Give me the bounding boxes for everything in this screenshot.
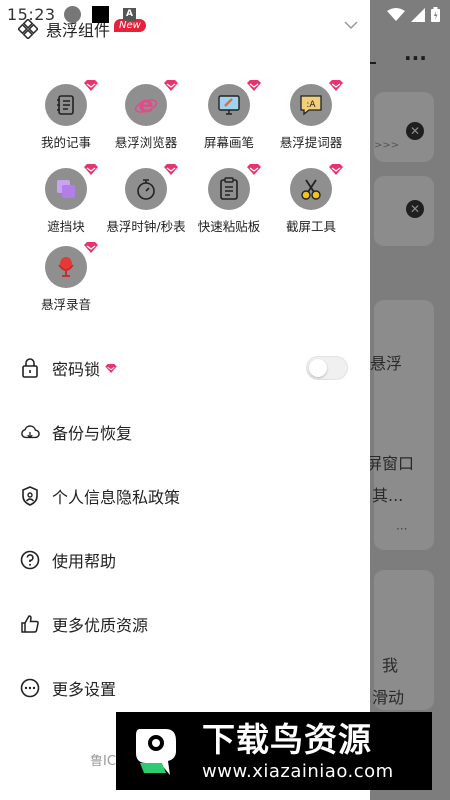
widget-tile-block[interactable]: 遮挡块 [22,164,110,235]
vip-diamond-icon [247,164,261,175]
menu-label: 密码锁 [52,360,101,379]
widget-tile-browser[interactable]: e 悬浮浏览器 [102,80,190,151]
watermark-banner: 下载鸟资源 www.xiazainiao.com [116,712,432,790]
widget-label: 截屏工具 [285,219,336,234]
widget-label: 悬浮浏览器 [114,135,178,150]
background-card: ✕ >>> [374,92,434,162]
status-icons [387,7,440,22]
menu-label: 使用帮助 [52,552,117,571]
browser-icon: e [134,93,158,117]
widget-tile-screenshot[interactable]: 截屏工具 [267,164,355,235]
screen-pen-icon [218,95,240,115]
status-indicator-a: A [123,8,136,21]
side-drawer: 悬浮组件 New 我的记事 e 悬浮浏览器 屏幕画笔:A 悬浮提词器 遮挡块 … [0,0,370,800]
svg-text::A: :A [306,100,316,110]
cloud-icon [21,425,40,439]
menu-item-password-lock[interactable]: 密码锁 [0,336,370,400]
widget-tile-clipboard[interactable]: 快速粘贴板 [185,164,273,235]
vip-diamond-icon [164,80,178,91]
menu-label: 个人信息隐私政策 [52,488,181,507]
vip-diamond-icon [84,80,98,91]
microphone-icon [58,257,74,277]
background-card: 悬浮 屏窗口 其... ··· [366,300,434,550]
vip-diamond-icon [329,80,343,91]
widget-label: 悬浮录音 [40,297,91,312]
signal-icon [411,7,425,22]
vip-diamond-icon [247,80,261,91]
svg-text:e: e [139,93,154,117]
stopwatch-icon [137,179,155,200]
menu-item-more-settings[interactable]: 更多设置 [0,656,370,720]
widget-tile-screen-pen[interactable]: 屏幕画笔 [185,80,273,151]
status-time: 15:23 [7,5,56,24]
menu-item-help[interactable]: 使用帮助 [0,528,370,592]
vip-diamond-icon [329,164,343,175]
battery-icon [431,7,440,22]
clipboard-icon [220,177,238,200]
more-icon [20,678,40,698]
teleprompter-icon: :A [300,95,322,116]
background-close-icon: ✕ [406,200,424,218]
menu-label: 更多设置 [52,680,117,699]
menu-label: 备份与恢复 [52,424,133,443]
menu-label: 更多优质资源 [52,616,149,635]
background-card: 我 滑动 [372,570,434,710]
help-icon [20,550,40,570]
bird-logo-icon [136,729,176,775]
status-square-icon [92,6,109,23]
status-bar: 15:23 A [0,0,450,30]
widget-label: 悬浮时钟/秒表 [106,219,186,234]
icp-footer: 鲁IC [90,754,116,769]
vip-diamond-icon [164,164,178,175]
vip-diamond-icon [84,164,98,175]
status-circle-icon [64,6,81,23]
shield-icon [22,486,38,506]
watermark-url: www.xiazainiao.com [202,760,394,782]
menu-item-more-resources[interactable]: 更多优质资源 [0,592,370,656]
vip-diamond-icon [84,242,98,253]
scissors-icon [301,179,321,200]
background-close-icon: ✕ [406,122,424,140]
widget-label: 我的记事 [40,135,91,150]
notebook-icon [57,95,74,115]
widget-tile-recorder[interactable]: 悬浮录音 [22,242,110,313]
block-icon [57,180,75,198]
lock-icon [22,358,38,378]
widget-label: 快速粘贴板 [197,219,261,234]
widget-tile-notes[interactable]: 我的记事 [22,80,110,151]
password-lock-toggle[interactable] [306,356,348,380]
widget-label: 遮挡块 [47,219,85,234]
vip-diamond-icon [105,363,117,373]
background-more-icon: ··· [404,46,427,70]
widget-label: 悬浮提词器 [279,135,343,150]
menu-item-backup[interactable]: 备份与恢复 [0,400,370,464]
background-card: ✕ [374,176,434,246]
wifi-icon [387,7,405,21]
widget-tile-stopwatch[interactable]: 悬浮时钟/秒表 [102,164,190,235]
thumbs-up-icon [21,615,39,633]
menu-item-privacy-policy[interactable]: 个人信息隐私政策 [0,464,370,528]
watermark-title: 下载鸟资源 [202,719,372,759]
widget-tile-teleprompter[interactable]: :A 悬浮提词器 [267,80,355,151]
widget-label: 屏幕画笔 [203,135,254,150]
